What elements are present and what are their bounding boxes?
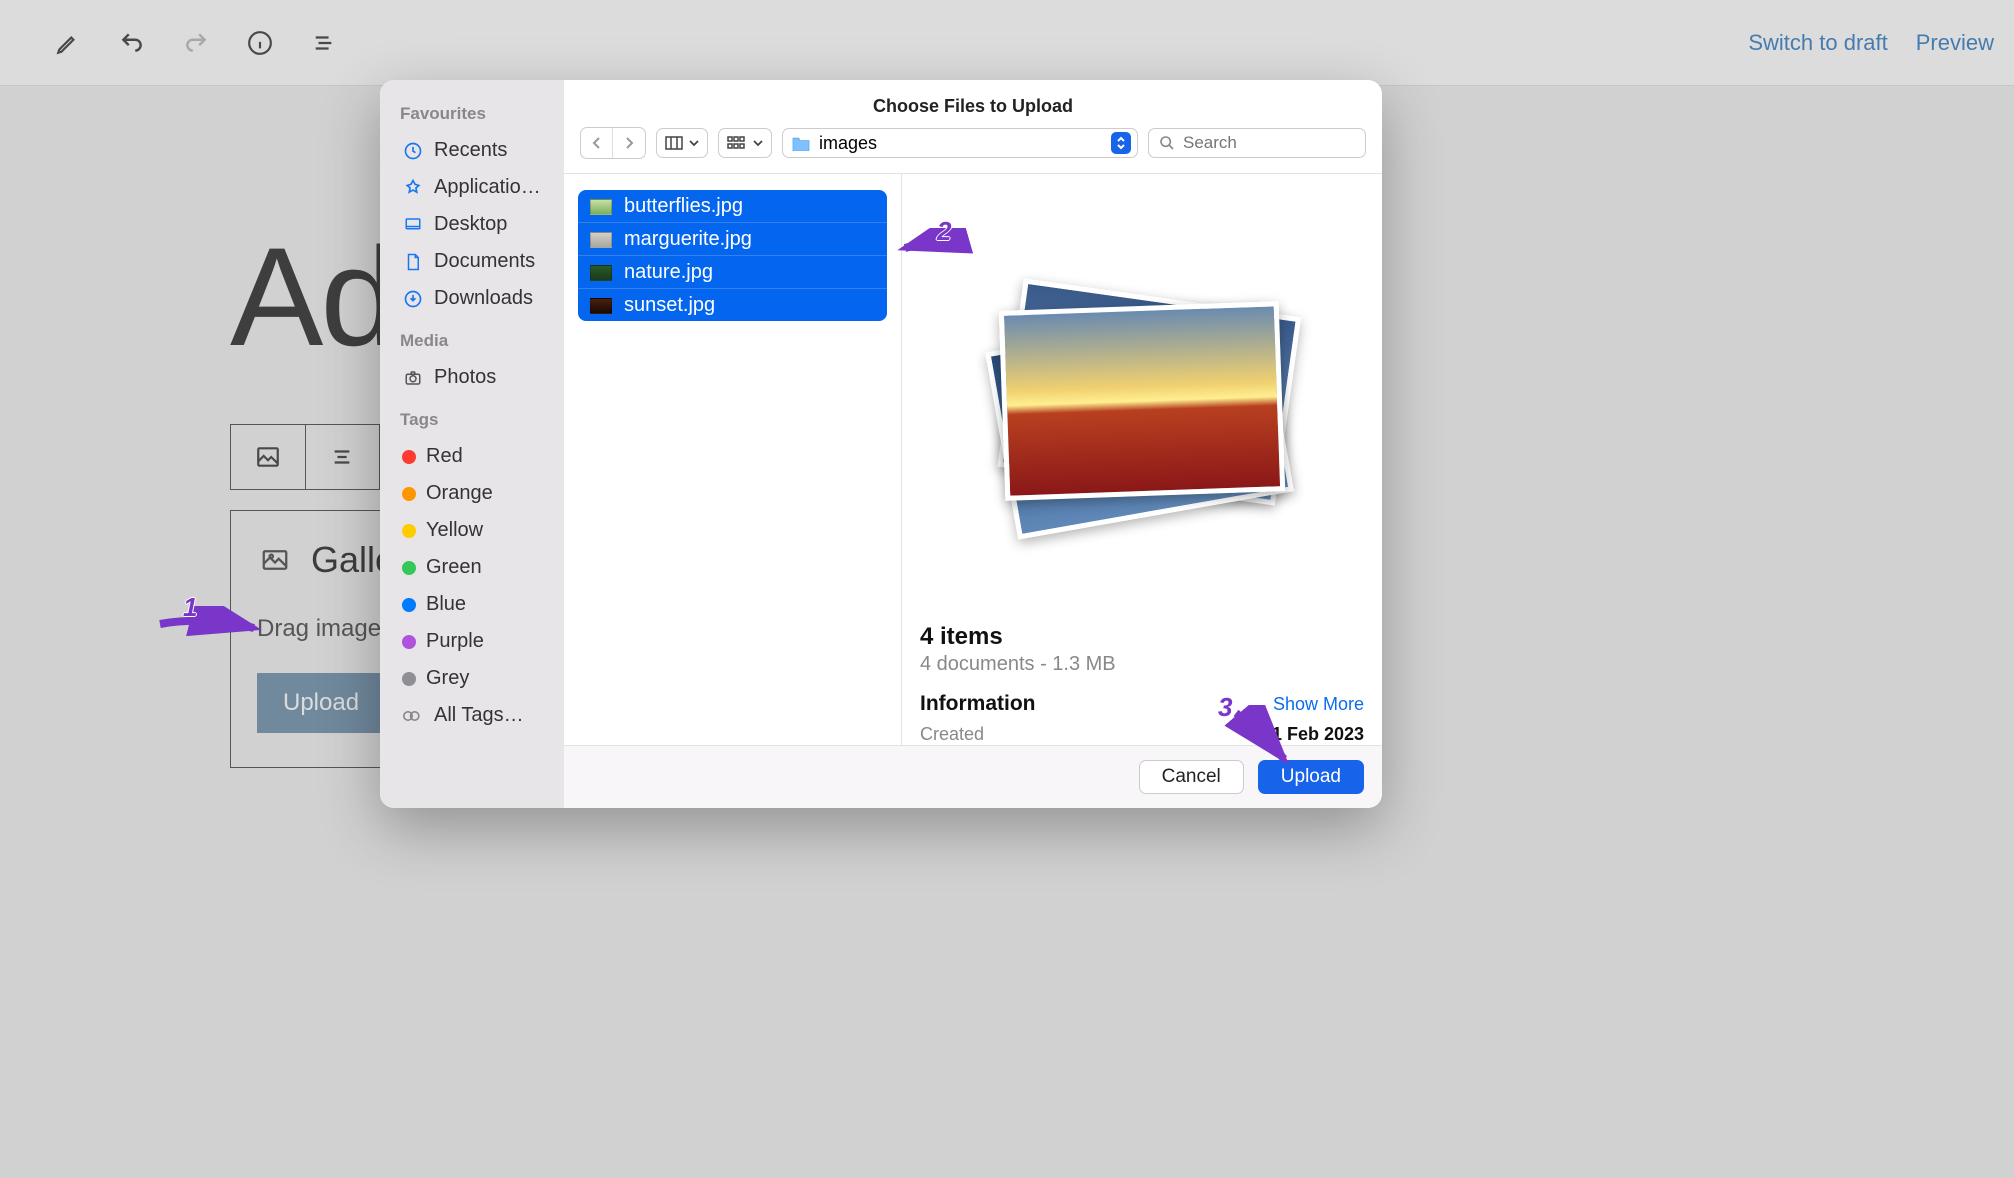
file-row[interactable]: marguerite.jpg [578,223,887,256]
sidebar-item-photos[interactable]: Photos [398,359,554,396]
sidebar-item-label: Orange [426,482,493,505]
redo-icon[interactable] [176,23,216,63]
sidebar-item-recents[interactable]: Recents [398,132,554,169]
download-icon [402,288,424,310]
view-columns-button[interactable] [656,128,708,158]
nav-back-button[interactable] [581,128,613,158]
sidebar-tag-blue[interactable]: Blue [398,586,554,623]
block-align-icon[interactable] [306,425,380,489]
sidebar-item-label: Green [426,556,482,579]
app-icon [402,177,424,199]
sidebar-item-label: Photos [434,366,496,389]
block-image-icon[interactable] [231,425,306,489]
gallery-icon [257,545,293,575]
file-row[interactable]: butterflies.jpg [578,190,887,223]
file-name: marguerite.jpg [624,228,752,251]
sidebar-tag-green[interactable]: Green [398,549,554,586]
tag-dot-icon [402,672,416,686]
sidebar-item-label: Purple [426,630,484,653]
preview-thumbnail-stack [920,190,1364,611]
current-folder-name: images [819,133,877,154]
folder-icon [791,135,811,151]
tag-dot-icon [402,598,416,612]
file-list-column: butterflies.jpg marguerite.jpg nature.jp… [564,174,902,745]
sidebar-tag-yellow[interactable]: Yellow [398,512,554,549]
file-thumb-icon [590,298,612,314]
file-row[interactable]: sunset.jpg [578,289,887,321]
file-name: butterflies.jpg [624,195,743,218]
created-label: Created [920,724,984,745]
preview-link[interactable]: Preview [1916,30,1994,56]
file-name: nature.jpg [624,261,713,284]
information-label: Information [920,692,1036,716]
file-name: sunset.jpg [624,294,715,317]
desktop-icon [402,214,424,236]
info-icon[interactable] [240,23,280,63]
tag-dot-icon [402,635,416,649]
media-label: Media [400,331,554,351]
file-picker-title: Choose Files to Upload [564,80,1382,127]
nav-forward-button[interactable] [613,128,645,158]
editor-topbar: Switch to draft Preview [0,0,2014,86]
current-folder-select[interactable]: images [782,128,1138,158]
gallery-upload-button[interactable]: Upload [257,673,385,733]
block-toolbar[interactable] [230,424,380,490]
sidebar-item-label: Documents [434,250,535,273]
annotation-2: 2 [937,216,951,246]
clock-icon [402,140,424,162]
tag-dot-icon [402,561,416,575]
sidebar-tag-orange[interactable]: Orange [398,475,554,512]
sidebar-all-tags[interactable]: All Tags… [398,697,554,734]
outline-icon[interactable] [304,23,344,63]
preview-count: 4 items [920,623,1364,651]
nav-back-forward [580,127,646,159]
sidebar-item-label: Grey [426,667,469,690]
sidebar-item-documents[interactable]: Documents [398,243,554,280]
file-row[interactable]: nature.jpg [578,256,887,289]
file-thumb-icon [590,232,612,248]
sidebar-item-downloads[interactable]: Downloads [398,280,554,317]
edit-icon[interactable] [48,23,88,63]
tag-dot-icon [402,524,416,538]
all-tags-icon [402,705,424,727]
sidebar-item-desktop[interactable]: Desktop [398,206,554,243]
file-picker-main: Choose Files to Upload images [564,80,1382,808]
undo-icon[interactable] [112,23,152,63]
file-picker-toolbar: images [564,127,1382,173]
camera-icon [402,367,424,389]
favourites-label: Favourites [400,104,554,124]
sidebar-item-label: All Tags… [434,704,524,727]
chevron-down-icon [753,139,763,147]
switch-to-draft-link[interactable]: Switch to draft [1748,30,1887,56]
sidebar-item-label: Yellow [426,519,483,542]
document-icon [402,251,424,273]
tag-dot-icon [402,450,416,464]
sidebar-item-label: Applicatio… [434,176,541,199]
sidebar-item-label: Downloads [434,287,533,310]
preview-column: 4 items 4 documents - 1.3 MB Information… [902,174,1382,745]
preview-detail: 4 documents - 1.3 MB [920,653,1364,676]
file-thumb-icon [590,265,612,281]
search-input[interactable] [1183,133,1382,153]
sidebar-item-label: Recents [434,139,507,162]
search-field[interactable] [1148,128,1366,158]
group-by-button[interactable] [718,128,772,158]
up-down-icon [1111,132,1131,154]
tags-label: Tags [400,410,554,430]
sidebar-tag-grey[interactable]: Grey [398,660,554,697]
annotation-3: 3 [1218,692,1232,722]
file-thumb-icon [590,199,612,215]
tag-dot-icon [402,487,416,501]
sidebar-tag-red[interactable]: Red [398,438,554,475]
file-picker-sidebar: Favourites Recents Applicatio… Desktop D… [380,80,564,808]
annotation-1: 1 [183,592,197,622]
sidebar-item-applications[interactable]: Applicatio… [398,169,554,206]
chevron-down-icon [689,139,699,147]
search-icon [1159,135,1175,151]
sidebar-item-label: Red [426,445,463,468]
sidebar-tag-purple[interactable]: Purple [398,623,554,660]
sidebar-item-label: Blue [426,593,466,616]
sidebar-item-label: Desktop [434,213,507,236]
